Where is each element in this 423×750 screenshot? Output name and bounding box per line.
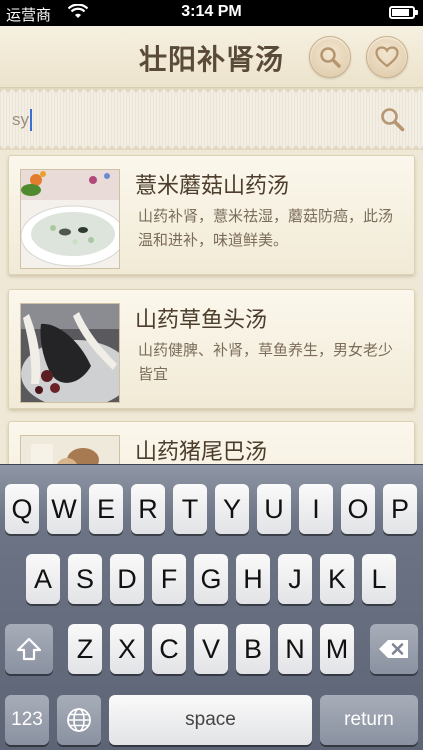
key-r[interactable]: R <box>131 484 165 534</box>
recipe-title: 山药草鱼头汤 <box>135 308 268 333</box>
space-key[interactable]: space <box>109 695 312 745</box>
recipe-title: 薏米蘑菇山药汤 <box>135 174 290 199</box>
recipe-title: 山药猪尾巴汤 <box>135 440 268 465</box>
search-icon <box>320 47 341 68</box>
key-m[interactable]: M <box>320 624 354 674</box>
key-j[interactable]: J <box>278 554 312 604</box>
key-b[interactable]: B <box>236 624 270 674</box>
key-o[interactable]: O <box>341 484 375 534</box>
search-icon[interactable] <box>378 105 406 133</box>
delete-icon <box>379 640 408 658</box>
recipe-card[interactable]: 山药草鱼头汤 山药健脾、补肾，草鱼养生，男女老少皆宜 <box>8 289 415 409</box>
battery-icon <box>389 6 418 19</box>
key-v[interactable]: V <box>194 624 228 674</box>
globe-icon <box>67 708 91 732</box>
key-e[interactable]: E <box>89 484 123 534</box>
key-i[interactable]: I <box>299 484 333 534</box>
key-s[interactable]: S <box>68 554 102 604</box>
keyboard: Q W E R T Y U I O P A S D F G H J K L Z … <box>0 464 423 750</box>
search-input-value: sy <box>12 110 29 129</box>
key-y[interactable]: Y <box>215 484 249 534</box>
decorative-border <box>0 144 423 150</box>
numbers-key[interactable]: 123 <box>5 695 49 745</box>
recipe-thumbnail <box>20 303 120 403</box>
search-input[interactable]: sy <box>12 108 352 132</box>
key-c[interactable]: C <box>152 624 186 674</box>
key-p[interactable]: P <box>383 484 417 534</box>
key-d[interactable]: D <box>110 554 144 604</box>
key-t[interactable]: T <box>173 484 207 534</box>
recipe-description: 山药健脾、补肾，草鱼养生，男女老少皆宜 <box>138 341 394 383</box>
key-k[interactable]: K <box>320 554 354 604</box>
key-l[interactable]: L <box>362 554 396 604</box>
favorites-button[interactable] <box>366 36 408 78</box>
key-a[interactable]: A <box>26 554 60 604</box>
shift-icon <box>16 637 42 661</box>
text-cursor <box>30 109 32 131</box>
key-z[interactable]: Z <box>68 624 102 674</box>
status-bar: 运营商 3:14 PM <box>0 0 423 26</box>
key-f[interactable]: F <box>152 554 186 604</box>
search-bar: sy <box>0 88 423 150</box>
key-w[interactable]: W <box>47 484 81 534</box>
navigation-bar: 壮阳补肾汤 <box>0 26 423 88</box>
page-title: 壮阳补肾汤 <box>138 43 284 76</box>
heart-icon <box>375 46 399 68</box>
key-q[interactable]: Q <box>5 484 39 534</box>
key-u[interactable]: U <box>257 484 291 534</box>
return-key[interactable]: return <box>320 695 418 745</box>
decorative-border <box>0 88 423 94</box>
key-n[interactable]: N <box>278 624 312 674</box>
key-h[interactable]: H <box>236 554 270 604</box>
key-x[interactable]: X <box>110 624 144 674</box>
delete-key[interactable] <box>370 624 418 674</box>
search-button[interactable] <box>309 36 351 78</box>
key-g[interactable]: G <box>194 554 228 604</box>
shift-key[interactable] <box>5 624 53 674</box>
recipe-description: 山药补肾，薏米祛湿，蘑菇防癌，此汤温和进补，味道鲜美。 <box>138 207 394 249</box>
globe-key[interactable] <box>57 695 101 745</box>
recipe-thumbnail <box>20 169 120 269</box>
clock: 3:14 PM <box>181 3 242 20</box>
recipe-card[interactable]: 薏米蘑菇山药汤 山药补肾，薏米祛湿，蘑菇防癌，此汤温和进补，味道鲜美。 <box>8 155 415 275</box>
